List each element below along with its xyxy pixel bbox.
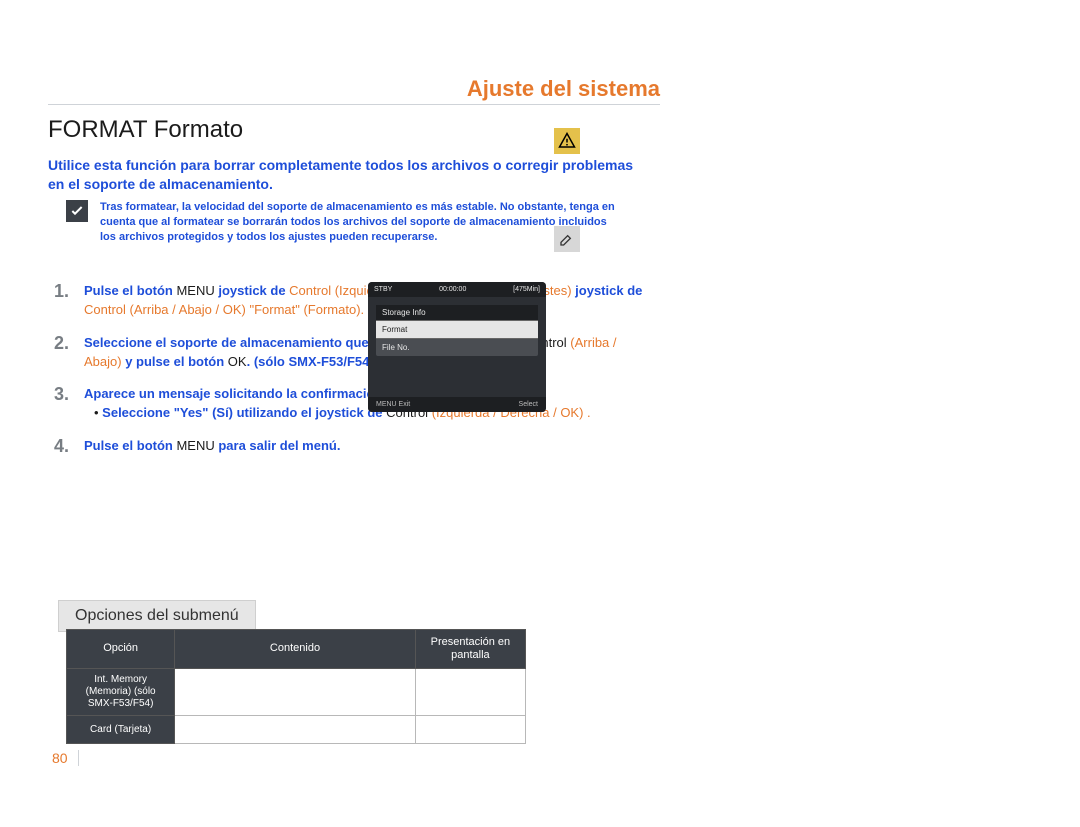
col-display: Presentación en pantalla <box>415 629 525 668</box>
check-icon <box>66 200 88 222</box>
step-number: 4. <box>54 437 76 456</box>
lcd-foot-right: Select <box>519 401 538 408</box>
step-number: 1. <box>54 282 76 320</box>
col-option: Opción <box>67 629 175 668</box>
table-cell-empty <box>415 716 525 744</box>
section-title: Ajuste del sistema <box>467 76 660 102</box>
lcd-remain: [475Min] <box>513 286 540 293</box>
lcd-row: File No. <box>376 338 538 356</box>
edit-icon <box>554 226 580 252</box>
options-table: Opción Contenido Presentación en pantall… <box>66 629 526 744</box>
lcd-time: 00:00:00 <box>439 286 466 293</box>
step: 4. Pulse el botón MENU para salir del men… <box>54 437 654 456</box>
divider <box>48 104 660 105</box>
col-content: Contenido <box>175 629 416 668</box>
step: 1.Pulse el botón MENU joystick de Contro… <box>54 282 654 320</box>
step: 3.Aparece un mensaje solicitando la conf… <box>54 385 654 423</box>
lcd-preview: STBY 00:00:00 [475Min] Storage Info Form… <box>368 282 546 412</box>
step-number: 3. <box>54 385 76 423</box>
submenu-tab: Opciones del submenú <box>58 600 256 632</box>
page-number: 80 <box>52 750 79 766</box>
lcd-row: Format <box>376 320 538 338</box>
table-cell-empty <box>175 716 416 744</box>
lcd-foot-left: MENU Exit <box>376 401 410 408</box>
table-cell-empty <box>415 669 525 716</box>
lcd-stby: STBY <box>374 286 392 293</box>
steps-list: 1.Pulse el botón MENU joystick de Contro… <box>54 282 654 470</box>
page-title: FORMAT Formato <box>48 116 243 144</box>
step-number: 2. <box>54 334 76 372</box>
lcd-panel-header: Storage Info <box>376 305 538 320</box>
table-row: Int. Memory (Memoria) (sólo SMX-F53/F54) <box>67 669 175 716</box>
table-row: Card (Tarjeta) <box>67 716 175 744</box>
table-cell-empty <box>175 669 416 716</box>
step: 2.Seleccione el soporte de almacenamient… <box>54 334 654 372</box>
step-body: Pulse el botón MENU para salir del menú. <box>84 437 654 456</box>
note-text: Tras formatear, la velocidad del soporte… <box>100 200 620 245</box>
note-box: Tras formatear, la velocidad del soporte… <box>66 200 620 245</box>
warning-icon <box>554 128 580 154</box>
